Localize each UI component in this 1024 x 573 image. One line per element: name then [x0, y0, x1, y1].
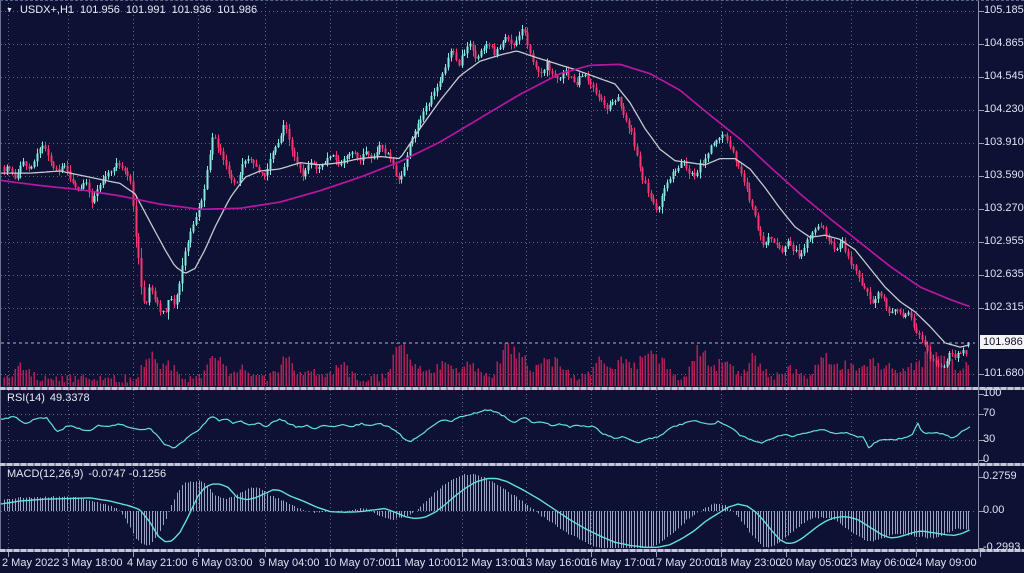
macd-name: MACD(12,26,9)	[7, 468, 83, 480]
pane-separator[interactable]	[0, 387, 1024, 390]
pane-separator[interactable]	[0, 549, 1024, 552]
rsi-axis-label: 30	[983, 433, 995, 446]
current-price-value: 101.986	[983, 336, 1023, 348]
time-axis-label: 18 May 23:00	[715, 557, 782, 570]
rsi-axis-label: 70	[983, 407, 995, 420]
time-axis-label: 20 May 05:00	[780, 557, 847, 570]
ohlc-close: 101.986	[217, 4, 257, 16]
time-axis-label: 23 May 06:00	[845, 557, 912, 570]
price-axis-label: 103.910	[984, 136, 1024, 149]
left-border	[0, 1, 1, 552]
time-axis-label: 4 May 21:00	[127, 557, 188, 570]
ohlc-low: 101.936	[172, 4, 212, 16]
time-axis-label: 24 May 09:00	[910, 557, 977, 570]
ohlc-open: 101.956	[80, 4, 120, 16]
price-axis-label: 102.955	[984, 235, 1024, 248]
price-axis-label: 104.865	[984, 37, 1024, 50]
price-axis-label: 102.635	[984, 268, 1024, 281]
macd-indicator-label: MACD(12,26,9) -0.0747 -0.1256	[7, 468, 171, 480]
chart-symbol-label: USDX+,H1	[20, 4, 74, 16]
rsi-axis-label: 0	[983, 453, 989, 466]
macd-values: -0.0747 -0.1256	[88, 468, 166, 480]
time-axis-label: 2 May 2022	[2, 557, 59, 570]
time-axis-label: 11 May 10:00	[390, 557, 456, 570]
ohlc-high: 101.991	[126, 4, 166, 16]
time-axis-label: 13 May 16:00	[520, 557, 587, 570]
time-axis-label: 6 May 03:00	[192, 557, 253, 570]
pane-separator[interactable]	[0, 463, 1024, 466]
time-axis-label: 12 May 13:00	[456, 557, 523, 570]
time-axis-label: 9 May 04:00	[259, 557, 320, 570]
price-axis-label: 104.230	[984, 103, 1024, 116]
price-axis-label: 105.185	[984, 4, 1024, 17]
rsi-name: RSI(14)	[7, 392, 45, 404]
rsi-axis-label: 100	[983, 387, 1001, 400]
rsi-indicator-label: RSI(14) 49.3378	[7, 392, 95, 404]
price-axis-label: 103.590	[984, 169, 1024, 182]
macd-axis-label: -0.2993	[983, 541, 1020, 554]
chart-expander-icon[interactable]: ▼	[6, 7, 13, 14]
axis-border	[978, 1, 979, 552]
chart-title: ▼ USDX+,H1 101.956 101.991 101.936 101.9…	[6, 3, 257, 17]
price-axis-label: 102.315	[984, 301, 1024, 314]
trading-terminal-chart-window: ▼ USDX+,H1 101.956 101.991 101.936 101.9…	[0, 0, 1024, 573]
rsi-pane[interactable]	[0, 390, 978, 463]
time-axis-label: 16 May 17:00	[585, 557, 652, 570]
price-axis-label: 103.270	[984, 202, 1024, 215]
main-price-pane[interactable]	[0, 1, 978, 387]
macd-axis-label: 0.2759	[983, 470, 1017, 483]
time-axis-label: 3 May 18:00	[62, 557, 123, 570]
time-axis-label: 10 May 07:00	[324, 557, 391, 570]
price-axis-label: 104.545	[984, 70, 1024, 83]
price-axis-label: 101.680	[984, 367, 1024, 380]
rsi-value: 49.3378	[50, 392, 90, 404]
current-price-box: 101.986	[980, 335, 1024, 349]
time-axis-label: 17 May 20:00	[650, 557, 717, 570]
macd-axis-label: 0.00	[983, 504, 1004, 517]
